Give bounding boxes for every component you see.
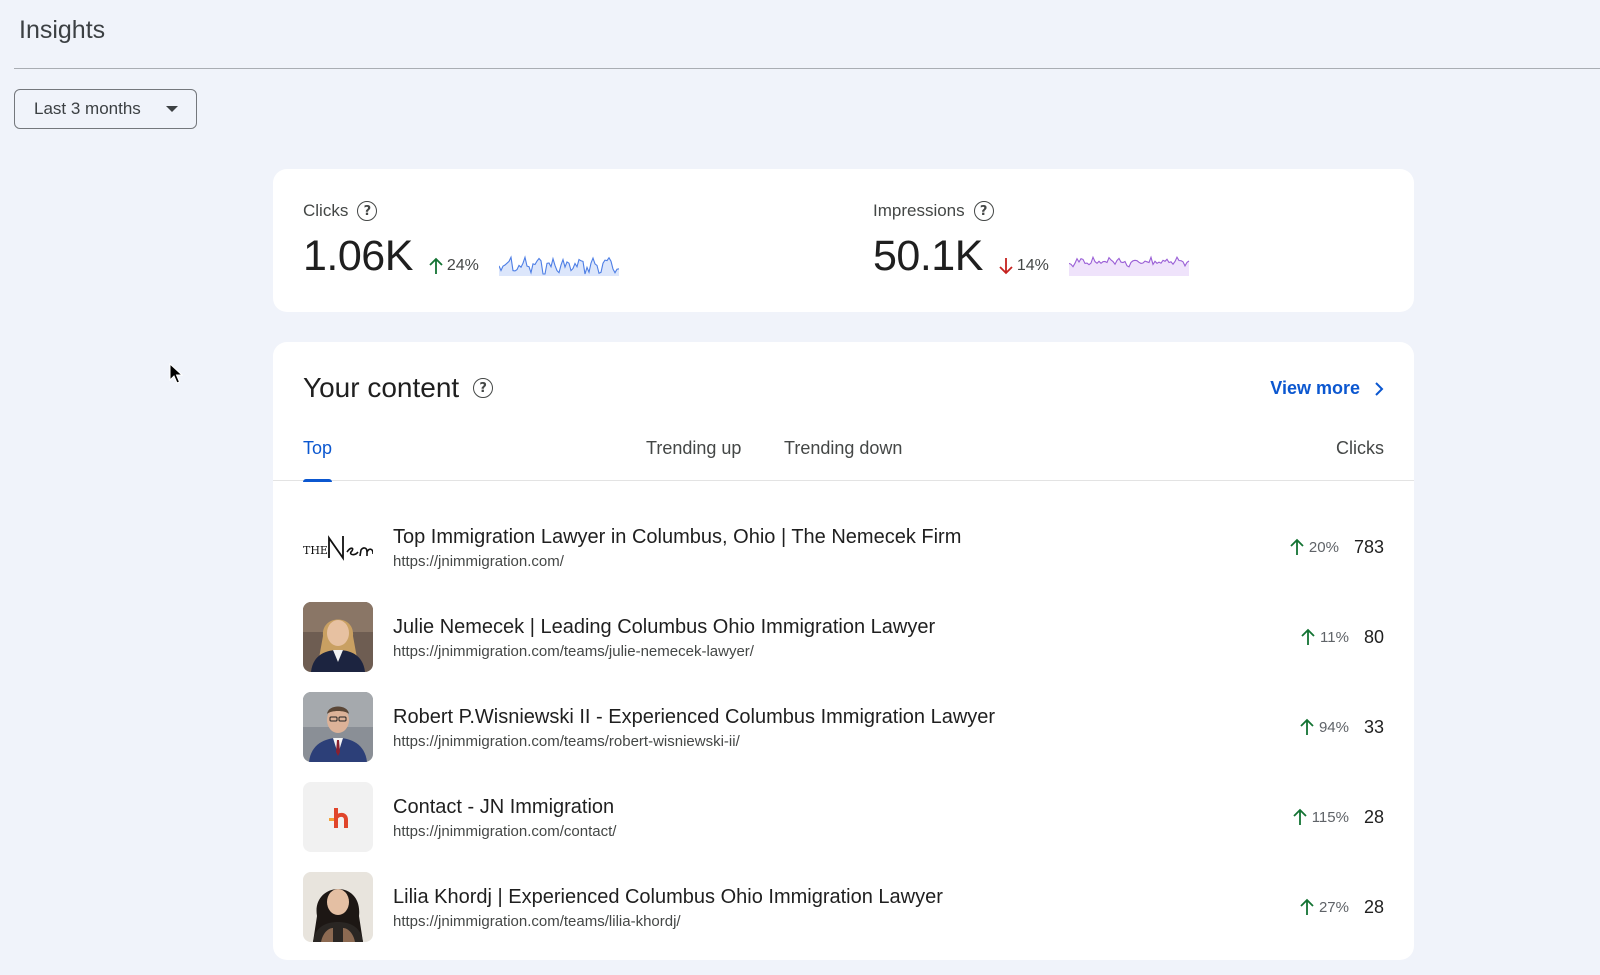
jn-favicon-icon xyxy=(329,808,348,828)
clicks-value: 1.06K xyxy=(303,232,413,280)
trend-change: 94% xyxy=(1299,718,1349,736)
title-divider xyxy=(14,68,1600,69)
tab-trending-down[interactable]: Trending down xyxy=(784,430,902,481)
page-url: https://jnimmigration.com/teams/lilia-kh… xyxy=(393,913,681,930)
page-url: https://jnimmigration.com/contact/ xyxy=(393,823,617,840)
arrow-down-icon xyxy=(999,258,1013,275)
impressions-label: Impressions xyxy=(873,201,965,220)
arrow-up-icon xyxy=(1300,898,1314,915)
clicks-label: Clicks xyxy=(303,201,349,220)
page-url: https://jnimmigration.com/teams/robert-w… xyxy=(393,733,740,750)
list-item[interactable]: Lilia Khordj | Experienced Columbus Ohio… xyxy=(273,862,1414,952)
page-thumbnail xyxy=(303,872,373,942)
clicks-column-header: Clicks xyxy=(1336,438,1384,458)
your-content-card: Your content ? View more Top Trending up… xyxy=(273,342,1414,960)
portrait-man-suit-icon xyxy=(303,692,373,762)
date-range-dropdown[interactable]: Last 3 months xyxy=(14,89,197,129)
date-range-label: Last 3 months xyxy=(34,99,141,118)
content-tabs: Top Trending up Trending down xyxy=(273,430,1414,482)
metrics-card: Clicks ? 1.06K 24% Impressions ? 50.1K 1… xyxy=(273,169,1414,312)
impressions-metric: Impressions ? 50.1K 14% xyxy=(873,199,1191,281)
page-title-text: Contact - JN Immigration xyxy=(393,796,615,818)
trend-change-value: 94% xyxy=(1318,718,1349,736)
page-title-text: Julie Nemecek | Leading Columbus Ohio Im… xyxy=(393,616,936,638)
trend-change: 115% xyxy=(1292,808,1349,826)
view-more-label: View more xyxy=(1270,378,1360,398)
page-title-text: Lilia Khordj | Experienced Columbus Ohio… xyxy=(393,886,943,908)
dropdown-caret-icon xyxy=(166,106,178,112)
impressions-value: 50.1K xyxy=(873,232,983,280)
help-icon[interactable]: ? xyxy=(357,201,378,221)
trend-change-value: 20% xyxy=(1308,538,1339,556)
page-title-text: Robert P.Wisniewski II - Experienced Col… xyxy=(393,706,996,728)
clicks-change: 24% xyxy=(428,257,479,275)
trend-change-value: 27% xyxy=(1318,898,1349,916)
trend-change-value: 115% xyxy=(1311,808,1349,826)
svg-text:THE: THE xyxy=(303,544,328,557)
arrow-up-icon xyxy=(1290,538,1304,555)
impressions-change-value: 14% xyxy=(1016,257,1049,274)
tab-trending-up[interactable]: Trending up xyxy=(646,430,741,481)
page-url: https://jnimmigration.com/teams/julie-ne… xyxy=(393,643,754,660)
content-title: Your content xyxy=(303,372,460,403)
page-title: Insights xyxy=(19,16,106,44)
impressions-change: 14% xyxy=(998,257,1049,275)
arrow-up-icon xyxy=(1293,808,1307,825)
row-clicks: 783 xyxy=(1353,536,1384,557)
trend-change-value: 11% xyxy=(1320,628,1349,646)
list-item[interactable]: Julie Nemecek | Leading Columbus Ohio Im… xyxy=(273,592,1414,682)
row-clicks: 33 xyxy=(1363,716,1384,737)
portrait-woman-dark-hair-icon xyxy=(303,872,373,942)
page-url: https://jnimmigration.com/ xyxy=(393,553,564,570)
list-item[interactable]: THE Top Immigration Lawyer in Columbus, … xyxy=(273,502,1414,592)
arrow-up-icon xyxy=(429,257,443,274)
row-clicks: 28 xyxy=(1363,806,1384,827)
page-title-text: Top Immigration Lawyer in Columbus, Ohio… xyxy=(393,526,962,548)
help-icon[interactable]: ? xyxy=(973,201,994,221)
content-list: THE Top Immigration Lawyer in Columbus, … xyxy=(273,502,1414,952)
clicks-change-value: 24% xyxy=(446,257,479,274)
page-thumbnail xyxy=(303,692,373,762)
clicks-metric: Clicks ? 1.06K 24% xyxy=(303,199,621,281)
page-thumbnail xyxy=(303,782,373,852)
arrow-up-icon xyxy=(1301,628,1315,645)
help-icon[interactable]: ? xyxy=(473,378,494,398)
page-thumbnail xyxy=(303,602,373,672)
row-clicks: 28 xyxy=(1363,896,1384,917)
list-item[interactable]: Robert P.Wisniewski II - Experienced Col… xyxy=(273,682,1414,772)
mouse-cursor-icon xyxy=(169,363,183,384)
impressions-sparkline xyxy=(1068,255,1190,276)
portrait-woman-blonde-icon xyxy=(303,602,373,672)
nemecek-logo-icon: THE xyxy=(303,535,373,561)
clicks-sparkline xyxy=(498,255,620,276)
trend-change: 11% xyxy=(1300,628,1349,646)
chevron-right-icon xyxy=(1375,381,1384,396)
page-thumbnail: THE xyxy=(303,512,373,582)
tab-top[interactable]: Top xyxy=(303,430,333,482)
trend-change: 27% xyxy=(1299,898,1349,916)
list-item[interactable]: Contact - JN Immigration https://jnimmig… xyxy=(273,772,1414,862)
row-clicks: 80 xyxy=(1363,626,1384,647)
trend-change: 20% xyxy=(1289,538,1339,556)
view-more-link[interactable]: View more xyxy=(1270,378,1384,399)
arrow-up-icon xyxy=(1300,718,1314,735)
